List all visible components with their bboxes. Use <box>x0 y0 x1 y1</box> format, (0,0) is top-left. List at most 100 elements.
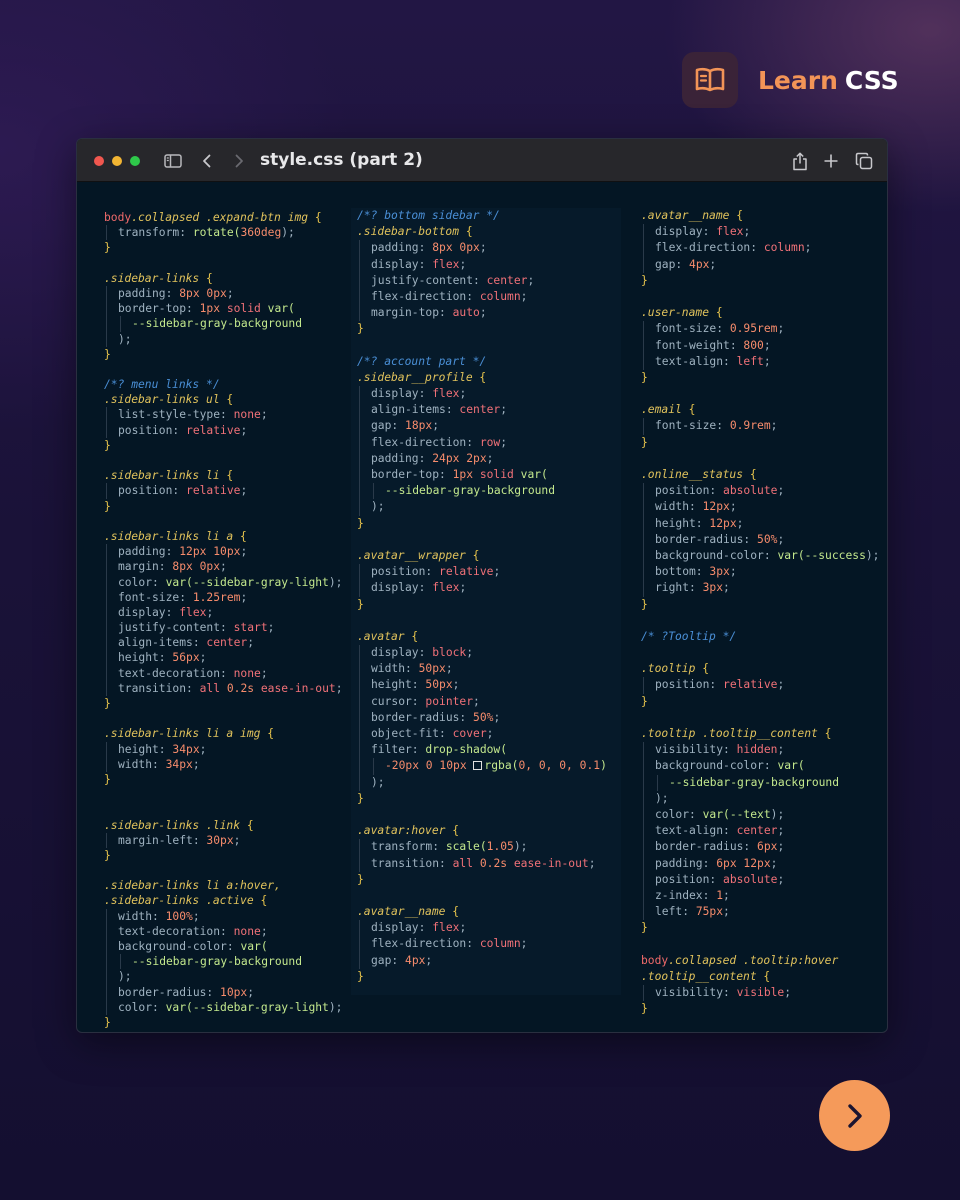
code-line: body.collapsed .tooltip:hover <box>641 953 879 969</box>
code-column-1: body.collapsed .expand-btn img {transfor… <box>104 210 343 1030</box>
share-icon[interactable] <box>790 151 810 171</box>
code-line: } <box>641 597 879 613</box>
code-token: ; <box>247 636 255 650</box>
code-line: font-weight: 800; <box>641 337 879 354</box>
code-token: transition: <box>371 856 453 870</box>
code-token: .tooltip .tooltip__content <box>641 727 818 740</box>
chevron-right-icon[interactable] <box>229 151 249 171</box>
code-token: gap: <box>371 419 406 433</box>
maximize-window-button[interactable] <box>130 156 140 166</box>
code-token: left: <box>655 905 696 919</box>
code-token: column <box>763 241 805 255</box>
code-token: var( <box>240 940 268 953</box>
code-line: .sidebar-links li a img { <box>104 726 343 741</box>
code-token: position: <box>655 872 724 886</box>
code-token: } <box>357 322 364 336</box>
code-line: } <box>357 516 615 532</box>
code-token: height: <box>118 742 173 756</box>
code-line: ); <box>357 499 615 516</box>
brand: Learn CSS <box>682 52 899 108</box>
copy-icon[interactable] <box>854 151 874 171</box>
code-line: } <box>641 435 879 451</box>
next-button[interactable] <box>819 1080 890 1151</box>
code-token: ; <box>267 621 275 635</box>
code-token: } <box>641 694 648 708</box>
code-token: .avatar__name <box>641 209 730 222</box>
code-token: z-index: <box>655 888 717 902</box>
code-token: { <box>817 727 832 740</box>
minimize-window-button[interactable] <box>112 156 122 166</box>
code-token: } <box>104 1015 111 1029</box>
code-token: 50% <box>757 532 778 546</box>
chevron-left-icon[interactable] <box>197 151 217 171</box>
code-token: ); <box>371 500 385 514</box>
code-token: 8px 0px <box>432 241 480 255</box>
code-line: left: 75px; <box>641 904 879 921</box>
code-editor[interactable]: body.collapsed .expand-btn img {transfor… <box>77 182 887 1032</box>
code-token: padding: <box>118 286 180 300</box>
code-token: ; <box>260 666 268 680</box>
code-token: border-top: <box>118 302 200 316</box>
code-token: hidden <box>736 743 778 757</box>
code-token: { <box>445 824 460 838</box>
code-token: padding: <box>118 545 180 559</box>
code-token: all <box>452 856 480 870</box>
code-token: ); <box>865 548 880 562</box>
code-token: ; <box>459 581 467 595</box>
code-line: padding: 6px 12px; <box>641 855 879 872</box>
code-token: .sidebar-links li <box>104 469 220 483</box>
code-line: margin: 8px 0px; <box>104 559 343 575</box>
code-token: 1.25rem <box>192 590 241 604</box>
code-token: ; <box>500 435 508 449</box>
code-line: background-color: var( <box>104 939 343 955</box>
code-token: auto <box>452 306 480 320</box>
code-token: 3px <box>702 581 724 595</box>
code-line: .sidebar-links ul { <box>104 392 343 407</box>
code-token: ; <box>588 856 596 870</box>
plus-icon[interactable] <box>821 151 841 171</box>
code-token: 0, 0, 0, 0.1 <box>518 759 601 773</box>
close-window-button[interactable] <box>94 156 104 166</box>
code-token: relative <box>186 484 241 498</box>
code-token: .sidebar-links <box>104 271 200 285</box>
code-token: start <box>233 621 268 635</box>
code-token: ; <box>729 500 737 514</box>
code-line: border-top: 1px solid var( <box>357 467 615 484</box>
code-line: background-color: var(--success); <box>641 547 880 565</box>
code-token: 12px 10px <box>179 545 241 559</box>
code-token: ; <box>479 306 487 320</box>
code-token: ; <box>520 289 528 303</box>
code-token: { <box>459 225 473 239</box>
code-token: ; <box>459 387 467 401</box>
code-token: rgba( <box>484 759 519 773</box>
window-title: style.css (part 2) <box>260 150 423 170</box>
code-token: var( <box>520 468 548 481</box>
code-line: position: relative; <box>104 422 343 439</box>
code-line: align-items: center; <box>104 635 343 651</box>
code-line: height: 12px; <box>641 515 879 532</box>
code-line: --sidebar-gray-background <box>357 483 615 500</box>
code-line: gap: 18px; <box>357 418 615 435</box>
code-token: center <box>206 636 248 650</box>
code-token: ) <box>600 759 607 773</box>
code-token: ; <box>777 678 785 692</box>
code-token: visible <box>736 986 785 999</box>
code-line: ); <box>104 331 343 347</box>
code-token: } <box>357 516 364 530</box>
code-token: ; <box>233 833 241 847</box>
code-token: { <box>199 271 213 285</box>
sidebar-icon[interactable] <box>163 151 183 171</box>
code-token: 4px <box>689 257 710 271</box>
code-line: text-align: left; <box>641 353 879 371</box>
code-token: var( <box>165 575 193 589</box>
code-line: .user-name { <box>641 305 879 321</box>
code-line: } <box>641 1001 879 1017</box>
code-token: .avatar:hover <box>357 824 446 838</box>
code-token: 50% <box>473 710 494 724</box>
code-token: ; <box>199 742 207 756</box>
code-line: --sidebar-gray-background <box>104 316 343 332</box>
code-token: } <box>357 872 364 886</box>
code-token: solid <box>220 302 268 316</box>
